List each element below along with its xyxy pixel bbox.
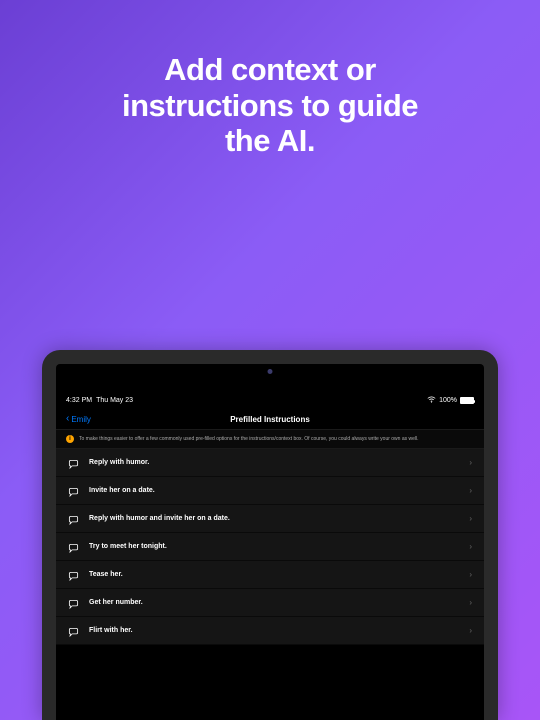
chat-bubble-icon [68, 541, 79, 552]
instruction-label: Get her number. [89, 599, 469, 606]
instruction-label: Reply with humor. [89, 459, 469, 466]
status-bar: 4:32 PM Thu May 23 100% [56, 392, 484, 409]
tablet-camera [268, 369, 273, 374]
hero-heading: Add context or instructions to guide the… [0, 0, 540, 159]
chat-bubble-icon [68, 457, 79, 468]
wifi-icon [427, 396, 436, 405]
instructions-list: Reply with humor. › Invite her on a date… [56, 449, 484, 645]
chevron-right-icon: › [469, 598, 472, 607]
chat-bubble-icon [68, 625, 79, 636]
status-left: 4:32 PM Thu May 23 [66, 397, 133, 404]
tablet-screen: 4:32 PM Thu May 23 100% ‹ Emily Prefille… [56, 364, 484, 720]
battery-icon [460, 397, 474, 404]
instruction-label: Invite her on a date. [89, 487, 469, 494]
chevron-right-icon: › [469, 486, 472, 495]
instruction-item[interactable]: Reply with humor and invite her on a dat… [56, 505, 484, 533]
chevron-right-icon: › [469, 458, 472, 467]
status-date: Thu May 23 [96, 397, 133, 404]
hero-line-1: Add context or [164, 52, 376, 87]
chevron-left-icon: ‹ [66, 414, 69, 424]
instruction-label: Try to meet her tonight. [89, 543, 469, 550]
chevron-right-icon: › [469, 570, 472, 579]
status-right: 100% [427, 396, 474, 405]
screen-content: 4:32 PM Thu May 23 100% ‹ Emily Prefille… [56, 392, 484, 720]
chevron-right-icon: › [469, 514, 472, 523]
instruction-item[interactable]: Flirt with her. › [56, 617, 484, 645]
instruction-label: Reply with humor and invite her on a dat… [89, 515, 469, 522]
page-title: Prefilled Instructions [230, 415, 310, 424]
hero-line-3: the AI. [225, 123, 315, 158]
chat-bubble-icon [68, 597, 79, 608]
info-icon: i [66, 435, 74, 443]
instruction-item[interactable]: Tease her. › [56, 561, 484, 589]
nav-bar: ‹ Emily Prefilled Instructions [56, 409, 484, 430]
info-text: To make things easier to offer a few com… [79, 436, 419, 443]
instruction-item[interactable]: Get her number. › [56, 589, 484, 617]
instruction-item[interactable]: Try to meet her tonight. › [56, 533, 484, 561]
tablet-frame: 4:32 PM Thu May 23 100% ‹ Emily Prefille… [42, 350, 498, 720]
status-battery-pct: 100% [439, 397, 457, 404]
back-label: Emily [71, 415, 91, 424]
instruction-label: Tease her. [89, 571, 469, 578]
info-banner: i To make things easier to offer a few c… [56, 430, 484, 449]
chevron-right-icon: › [469, 626, 472, 635]
instruction-label: Flirt with her. [89, 627, 469, 634]
status-time: 4:32 PM [66, 397, 92, 404]
chat-bubble-icon [68, 569, 79, 580]
chevron-right-icon: › [469, 542, 472, 551]
chat-bubble-icon [68, 485, 79, 496]
hero-line-2: instructions to guide [122, 88, 418, 123]
instruction-item[interactable]: Reply with humor. › [56, 449, 484, 477]
instruction-item[interactable]: Invite her on a date. › [56, 477, 484, 505]
back-button[interactable]: ‹ Emily [66, 414, 91, 424]
chat-bubble-icon [68, 513, 79, 524]
